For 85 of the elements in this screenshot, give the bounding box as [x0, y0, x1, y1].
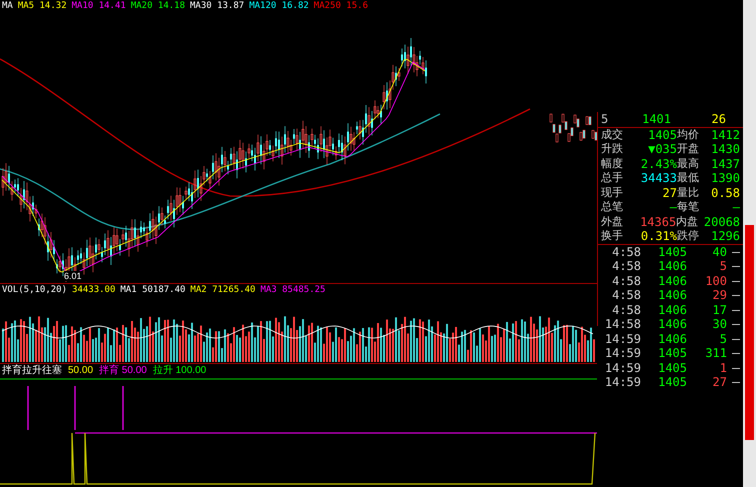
tick-price: 1405	[657, 375, 687, 390]
scroll-thumb[interactable]	[745, 225, 754, 440]
moving-average-label: MA20 14.18	[130, 0, 185, 12]
tick-volume: 1	[718, 360, 727, 375]
quote-label: 内盘	[676, 214, 700, 229]
volume-label: MA2 71265.40	[190, 284, 256, 296]
tick-time: 4:58	[611, 274, 641, 288]
tick-volume: 100	[704, 274, 727, 288]
quote-label: 幅度	[601, 156, 624, 171]
tick-price: 1405	[657, 346, 687, 360]
tick-price: 1406	[657, 259, 687, 274]
tick-volume: 5	[718, 332, 727, 346]
tick-time: 4:58	[611, 302, 641, 317]
moving-average-label: MA250 15.6	[314, 0, 368, 12]
quote-label: 开盘	[677, 142, 700, 156]
quote-label: 量比	[677, 186, 700, 200]
tick-time: 4:58	[611, 244, 641, 259]
volume-label: VOL(5,10,20)	[2, 284, 68, 296]
tick-price: 1406	[657, 317, 687, 332]
tick-volume: 5	[718, 259, 727, 274]
indicator-label: 50.00	[68, 364, 94, 377]
order-volume: 26	[710, 112, 727, 126]
quote-label: 最高	[677, 156, 700, 171]
candlesticks	[550, 114, 597, 142]
moving-average-label: MA30 13.87	[190, 0, 244, 12]
quote-label: 跌停	[677, 229, 700, 244]
volume-label: MA1 50187.40	[120, 284, 186, 296]
volume-label: 34433.00	[72, 284, 116, 296]
order-level: 5	[601, 112, 610, 126]
quote-label: 最低	[677, 171, 700, 186]
price-label: 6.01	[64, 271, 82, 281]
tick-time: 14:59	[604, 346, 641, 360]
quote-value: 20068	[704, 214, 740, 229]
quote-label: 升跌	[601, 142, 624, 156]
tick-time: 14:59	[604, 332, 641, 346]
tick-time: 14:59	[604, 375, 641, 390]
quote-value: 34433	[640, 171, 677, 186]
tick-time: 14:58	[604, 317, 641, 332]
moving-average-label: MA5 14.32	[18, 0, 67, 12]
tick-time: 4:58	[611, 288, 641, 302]
quote-label: 均价	[677, 128, 700, 142]
tick-price: 1406	[657, 332, 687, 346]
moving-average-label: MA	[2, 0, 13, 12]
quote-label: 每笔	[677, 200, 700, 214]
quote-value: ▼035	[647, 142, 677, 156]
tick-volume: 30	[712, 317, 727, 332]
quote-value: 0.31%	[640, 229, 677, 244]
quote-label: 外盘	[601, 214, 624, 229]
quote-value: 27	[662, 186, 677, 200]
quote-value: 1390	[710, 171, 740, 186]
moving-average-label: MA120 16.82	[249, 0, 309, 12]
quote-value: 1296	[710, 229, 740, 244]
volume-label: MA3 85485.25	[260, 284, 326, 296]
tick-price: 1405	[657, 360, 687, 375]
indicator-label: 拌育拉升往塞	[2, 364, 62, 377]
quote-value: 1405	[647, 128, 677, 142]
quote-value: 1412	[710, 128, 740, 142]
quote-value: 1430	[710, 142, 740, 156]
tick-time: 4:58	[611, 259, 641, 274]
quote-value: 14365	[639, 214, 676, 229]
tick-volume: 17	[712, 302, 727, 317]
quote-value: —	[732, 200, 740, 214]
quote-label: 成交	[601, 128, 624, 142]
moving-average-label: MA10 14.41	[72, 0, 126, 12]
quote-value: 1437	[710, 156, 740, 171]
tick-price: 1406	[657, 274, 687, 288]
quote-value: 2.43%	[640, 156, 677, 171]
tick-time: 14:59	[604, 360, 641, 375]
tick-price: 1406	[657, 302, 687, 317]
indicator-label: 拌育 50.00	[99, 364, 147, 377]
quote-label: 换手	[601, 229, 624, 244]
quote-value: 0.58	[710, 186, 740, 200]
tick-price: 1405	[657, 244, 687, 259]
tick-volume: 40	[712, 244, 727, 259]
tick-price: 1406	[657, 288, 687, 302]
quote-value: —	[668, 200, 677, 214]
tick-volume: 27	[712, 375, 727, 390]
quote-label: 总手	[601, 171, 624, 186]
quote-label: 总笔	[601, 200, 624, 214]
order-price: 1401	[641, 112, 671, 126]
tick-volume: 311	[704, 346, 727, 360]
quote-label: 现手	[601, 186, 624, 200]
scrollbar[interactable]	[743, 0, 756, 487]
indicator-label: 拉升 100.00	[152, 364, 206, 377]
tick-volume: 29	[712, 288, 727, 302]
